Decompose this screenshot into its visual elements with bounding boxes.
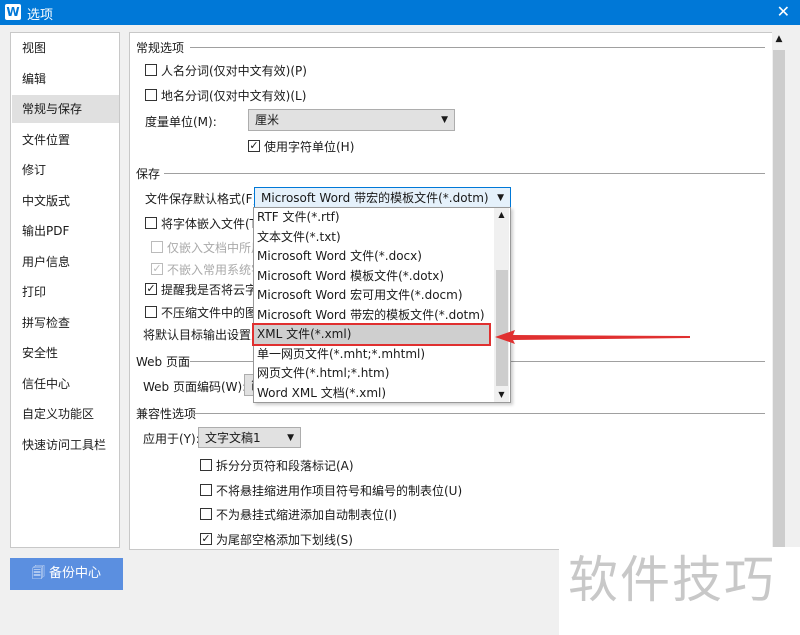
embed-fonts-checkbox[interactable] <box>145 217 157 229</box>
embed-used-checkbox[interactable] <box>151 241 163 253</box>
divider <box>192 413 765 414</box>
default-target-label: 将默认目标输出设置为 <box>143 328 264 342</box>
encoding-label: Web 页面编码(W): <box>143 380 247 394</box>
sidebar-item[interactable]: 用户信息 <box>12 248 119 276</box>
person-name-label: 人名分词(仅对中文有效)(P) <box>161 64 307 78</box>
chevron-down-icon: ▼ <box>441 115 448 125</box>
sidebar-item[interactable]: 常规与保存 <box>12 95 119 123</box>
apply-select[interactable]: 文字文稿1 ▼ <box>198 427 301 448</box>
no-embed-common-label: 不嵌入常用系统字 <box>167 263 264 277</box>
unit-select[interactable]: 厘米 ▼ <box>248 109 455 131</box>
format-label: 文件保存默认格式(F): <box>145 192 262 206</box>
compat-option-checkbox[interactable] <box>200 483 212 496</box>
close-icon[interactable]: ✕ <box>777 2 790 21</box>
no-compress-checkbox[interactable] <box>145 306 157 318</box>
sidebar-item[interactable]: 打印 <box>12 278 119 306</box>
embed-fonts-label: 将字体嵌入文件(T) <box>161 217 262 231</box>
sidebar-item[interactable]: 编辑 <box>12 65 119 93</box>
section-general: 常规选项 <box>136 41 185 55</box>
sidebar-item[interactable]: 自定义功能区 <box>12 400 119 428</box>
format-select[interactable]: Microsoft Word 带宏的模板文件(*.dotm) ▼ <box>254 187 511 208</box>
compat-option-checkbox[interactable] <box>200 508 212 521</box>
section-compat: 兼容性选项 <box>136 407 197 421</box>
compat-option-label: 不将悬挂缩进用作项目符号和编号的制表位(U) <box>216 483 463 498</box>
sidebar-item[interactable]: 拼写检查 <box>12 309 119 337</box>
chevron-down-icon: ▼ <box>497 193 504 203</box>
unit-label: 度量单位(M): <box>145 115 217 129</box>
sidebar-item[interactable]: 文件位置 <box>12 126 119 154</box>
unit-value: 厘米 <box>255 113 280 127</box>
dropdown-scrollbar-thumb[interactable] <box>496 270 508 386</box>
compat-option-label: 拆分分页符和段落标记(A) <box>216 459 354 473</box>
section-web: Web 页面 <box>136 355 190 369</box>
dropdown-option[interactable]: RTF 文件(*.rtf) <box>257 208 492 227</box>
char-unit-checkbox[interactable]: ✓ <box>248 140 260 152</box>
dropdown-option[interactable]: Word XML 文档(*.xml) <box>257 384 492 403</box>
sidebar-item[interactable]: 快速访问工具栏 <box>12 431 119 459</box>
dropdown-option[interactable]: 文本文件(*.txt) <box>257 228 492 247</box>
chevron-down-icon: ▼ <box>287 433 294 443</box>
dropdown-option[interactable]: 单一网页文件(*.mht;*.mhtml) <box>257 345 492 364</box>
format-value: Microsoft Word 带宏的模板文件(*.dotm) <box>261 191 489 205</box>
main-scrollbar-thumb[interactable] <box>773 50 785 550</box>
scroll-up-icon[interactable]: ▲ <box>772 32 786 46</box>
wps-logo-icon: W <box>5 4 21 20</box>
dropdown-option[interactable]: Microsoft Word 文件(*.docx) <box>257 247 492 266</box>
sidebar-item[interactable]: 信任中心 <box>12 370 119 398</box>
dropdown-option[interactable]: 网页文件(*.html;*.htm) <box>257 364 492 383</box>
char-unit-label: 使用字符单位(H) <box>264 140 355 154</box>
compat-option-checkbox[interactable]: ✓ <box>200 533 212 546</box>
sidebar-item[interactable]: 安全性 <box>12 339 119 367</box>
watermark: 软件技巧 <box>568 551 776 609</box>
sidebar-item[interactable]: 中文版式 <box>12 187 119 215</box>
remind-cloud-checkbox[interactable]: ✓ <box>145 283 157 295</box>
backup-label: 备份中心 <box>49 566 102 581</box>
divider <box>190 47 765 48</box>
compat-option-checkbox[interactable] <box>200 459 212 471</box>
apply-label: 应用于(Y): <box>143 432 200 446</box>
window-title: 选项 <box>27 8 54 23</box>
sidebar-item[interactable]: 视图 <box>12 34 119 62</box>
no-embed-common-checkbox[interactable]: ✓ <box>151 263 163 275</box>
sidebar-item[interactable]: 输出PDF <box>12 217 119 245</box>
backup-center-button[interactable]: 🗐 备份中心 <box>10 558 123 590</box>
backup-icon: 🗐 <box>31 566 50 581</box>
sidebar-item[interactable]: 修订 <box>12 156 119 184</box>
sidebar: 视图编辑 常规与保存文件位置 修订中文版式 输出PDF 用户信息 打印拼写检查 安全性信任中… <box>10 32 120 548</box>
person-name-checkbox[interactable] <box>145 64 157 76</box>
annotation-arrow-icon <box>495 330 690 344</box>
dropdown-option[interactable]: Microsoft Word 模板文件(*.dotx) <box>257 267 492 286</box>
divider <box>164 173 765 174</box>
dropdown-option[interactable]: Microsoft Word 带宏的模板文件(*.dotm) <box>257 306 492 325</box>
embed-used-label: 仅嵌入文档中所用 <box>167 241 264 255</box>
dropdown-option[interactable]: XML 文件(*.xml) <box>252 323 491 346</box>
format-dropdown-list: ▲ ▼ RTF 文件(*.rtf) 文本文件(*.txt) Microsoft Wo… <box>252 207 511 403</box>
place-name-label: 地名分词(仅对中文有效)(L) <box>161 89 307 103</box>
apply-value: 文字文稿1 <box>205 431 261 445</box>
scroll-down-icon[interactable]: ▼ <box>494 388 509 402</box>
compat-option-label: 不为悬挂式缩进添加自动制表位(I) <box>216 508 397 523</box>
place-name-checkbox[interactable] <box>145 89 157 101</box>
dropdown-option[interactable]: Microsoft Word 宏可用文件(*.docm) <box>257 286 492 305</box>
scroll-up-icon[interactable]: ▲ <box>494 208 509 222</box>
section-save: 保存 <box>136 167 161 181</box>
compat-option-label: 为尾部空格添加下划线(S) <box>216 533 353 548</box>
title-bar: W 选项 ✕ <box>0 0 800 25</box>
